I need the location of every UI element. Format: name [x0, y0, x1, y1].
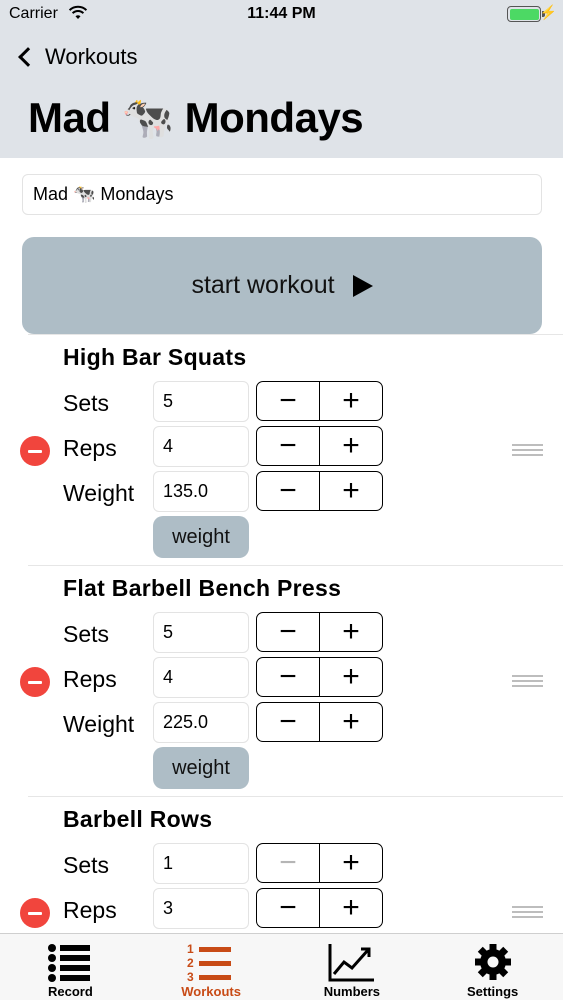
tab-label: Settings: [466, 984, 519, 999]
decrement-button[interactable]: −: [257, 658, 320, 696]
reps-stepper: − +: [256, 888, 383, 928]
tab-label: Record: [47, 984, 93, 999]
reps-label: Reps: [63, 897, 117, 923]
tab-label: Workouts: [181, 984, 241, 999]
gear-icon: [474, 944, 511, 980]
tab-numbers[interactable]: Numbers: [282, 934, 423, 1000]
reorder-handle-icon[interactable]: [512, 444, 543, 459]
divider: [28, 334, 563, 335]
reps-input[interactable]: [153, 426, 249, 467]
sets-input[interactable]: [153, 381, 249, 422]
clock: 11:44 PM: [247, 5, 316, 22]
weight-label: Weight: [63, 480, 135, 506]
list-icon: [48, 944, 91, 982]
workout-name-input[interactable]: [22, 174, 542, 215]
weight-stepper: − +: [256, 702, 383, 742]
tab-label: Numbers: [323, 984, 381, 999]
reps-stepper: − +: [256, 426, 383, 466]
weight-button[interactable]: weight: [153, 747, 249, 789]
decrement-button[interactable]: −: [257, 844, 320, 882]
status-bar: Carrier 11:44 PM ⚡: [0, 0, 563, 30]
delete-exercise-button[interactable]: [20, 898, 50, 928]
decrement-button[interactable]: −: [257, 703, 320, 741]
increment-button[interactable]: +: [320, 703, 382, 741]
reps-stepper: − +: [256, 657, 383, 697]
weight-input[interactable]: [153, 471, 249, 512]
increment-button[interactable]: +: [320, 382, 382, 420]
reorder-handle-icon[interactable]: [512, 675, 543, 690]
tab-settings[interactable]: Settings: [422, 934, 563, 1000]
weight-button[interactable]: weight: [153, 516, 249, 558]
reps-label: Reps: [63, 435, 117, 461]
page-title: Mad 🐄 Mondays: [28, 94, 364, 141]
numbered-list-icon: 1 2 3: [187, 942, 232, 982]
back-button[interactable]: Workouts: [15, 40, 138, 74]
start-workout-button[interactable]: start workout: [22, 237, 542, 334]
reps-input[interactable]: [153, 657, 249, 698]
delete-exercise-button[interactable]: [20, 436, 50, 466]
line-chart-icon: [328, 944, 374, 982]
back-button-label: Workouts: [45, 44, 138, 69]
decrement-button[interactable]: −: [257, 472, 320, 510]
svg-text:2: 2: [187, 956, 194, 970]
tab-workouts[interactable]: 1 2 3 Workouts: [141, 934, 282, 1000]
svg-text:3: 3: [187, 970, 194, 982]
increment-button[interactable]: +: [320, 889, 382, 927]
exercise-card: Flat Barbell Bench Press Sets − + Reps −…: [0, 565, 563, 796]
chevron-left-icon: [18, 47, 38, 67]
sets-label: Sets: [63, 621, 110, 647]
sets-input[interactable]: [153, 843, 249, 884]
sets-label: Sets: [63, 852, 110, 878]
sets-stepper: − +: [256, 381, 383, 421]
weight-stepper: − +: [256, 471, 383, 511]
weight-label: Weight: [63, 711, 135, 737]
exercise-title: Barbell Rows: [63, 806, 213, 832]
divider: [28, 796, 563, 797]
increment-button[interactable]: +: [320, 844, 382, 882]
increment-button[interactable]: +: [320, 427, 382, 465]
exercise-card: High Bar Squats Sets − + Reps − + Weight…: [0, 334, 563, 565]
tab-bar: Record 1 2 3 Workouts Numbers Settings: [0, 933, 563, 1000]
weight-input[interactable]: [153, 702, 249, 743]
sets-stepper: − +: [256, 843, 383, 883]
divider: [28, 565, 563, 566]
delete-exercise-button[interactable]: [20, 667, 50, 697]
navigation-header: Carrier 11:44 PM ⚡ Workouts Mad 🐄 Monday…: [0, 0, 563, 158]
exercise-card: Barbell Rows Sets − + Reps − +: [0, 796, 563, 933]
sets-label: Sets: [63, 390, 110, 416]
decrement-button[interactable]: −: [257, 427, 320, 465]
exercise-title: Flat Barbell Bench Press: [63, 575, 342, 601]
play-icon: [352, 274, 373, 297]
reps-label: Reps: [63, 666, 117, 692]
sets-stepper: − +: [256, 612, 383, 652]
charging-bolt-icon: ⚡: [539, 4, 557, 20]
decrement-button[interactable]: −: [257, 889, 320, 927]
start-workout-label: start workout: [191, 271, 335, 299]
reps-input[interactable]: [153, 888, 249, 929]
decrement-button[interactable]: −: [257, 613, 320, 651]
increment-button[interactable]: +: [320, 472, 382, 510]
reorder-handle-icon[interactable]: [512, 906, 543, 921]
increment-button[interactable]: +: [320, 658, 382, 696]
increment-button[interactable]: +: [320, 613, 382, 651]
exercise-title: High Bar Squats: [63, 344, 247, 370]
decrement-button[interactable]: −: [257, 382, 320, 420]
sets-input[interactable]: [153, 612, 249, 653]
svg-text:1: 1: [187, 942, 194, 956]
battery-icon: [507, 6, 541, 22]
tab-record[interactable]: Record: [0, 934, 141, 1000]
